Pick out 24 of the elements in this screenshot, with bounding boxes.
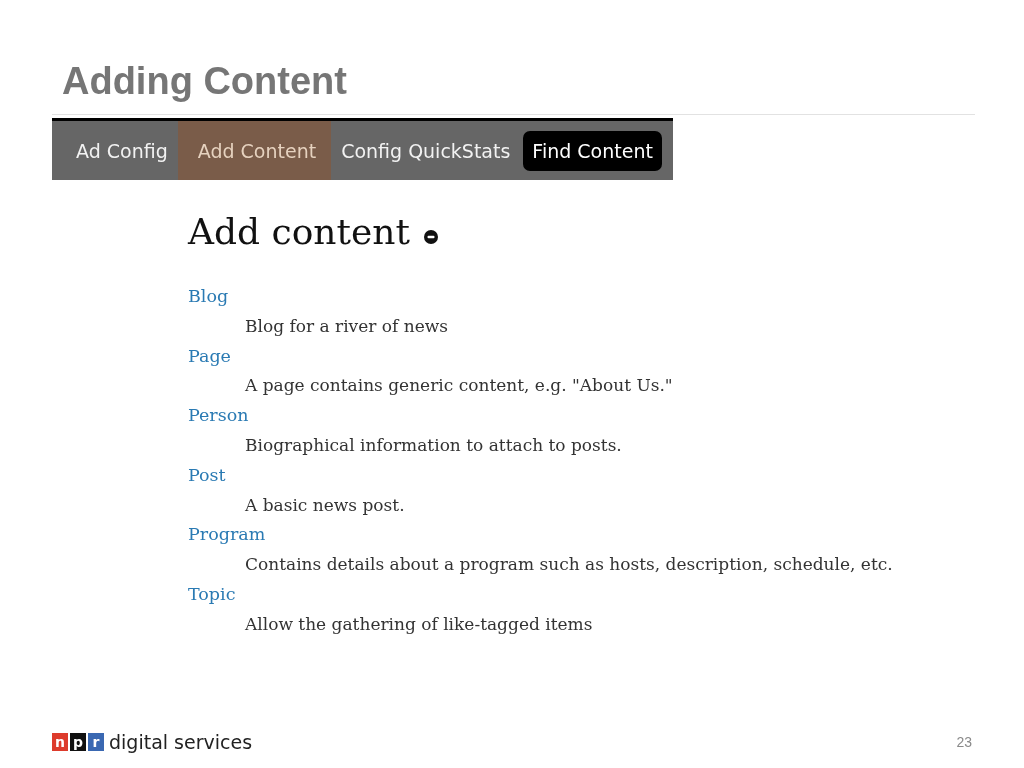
- logo-tile: n: [52, 733, 68, 751]
- content-type-link[interactable]: Topic: [188, 579, 236, 610]
- menu-tab[interactable]: Ad Config: [66, 121, 178, 180]
- brand-name: digital services: [109, 731, 253, 753]
- content-type-description: Contains details about a program such as hosts, description, schedule, etc.: [245, 553, 893, 577]
- slide-title: Adding Content: [62, 59, 347, 104]
- minus-circle-icon[interactable]: [424, 230, 438, 244]
- content-type-link[interactable]: Program: [188, 520, 266, 551]
- content-type-link[interactable]: Blog: [188, 282, 229, 312]
- content-type-link[interactable]: Post: [188, 460, 226, 491]
- menu-tab[interactable]: Add Content: [177, 121, 332, 180]
- page-heading: Add content: [188, 210, 410, 254]
- logo-tile: r: [88, 733, 104, 751]
- logo-tile: p: [70, 733, 86, 751]
- page-number: 23: [956, 734, 972, 750]
- menu-tab[interactable]: Config QuickStats: [331, 121, 521, 180]
- content-type-description: Biographical information to attach to posts.: [245, 434, 622, 457]
- menu-tab[interactable]: Find Content: [523, 130, 662, 171]
- content-type-description: Allow the gathering of like-tagged items: [245, 612, 593, 636]
- content-type-link[interactable]: Page: [188, 341, 231, 372]
- content-type-link[interactable]: Person: [188, 401, 249, 431]
- content-type-description: A page contains generic content, e.g. "About Us.": [245, 374, 673, 398]
- content-type-description: Blog for a river of news: [245, 314, 449, 338]
- content-type-description: A basic news post.: [245, 493, 405, 517]
